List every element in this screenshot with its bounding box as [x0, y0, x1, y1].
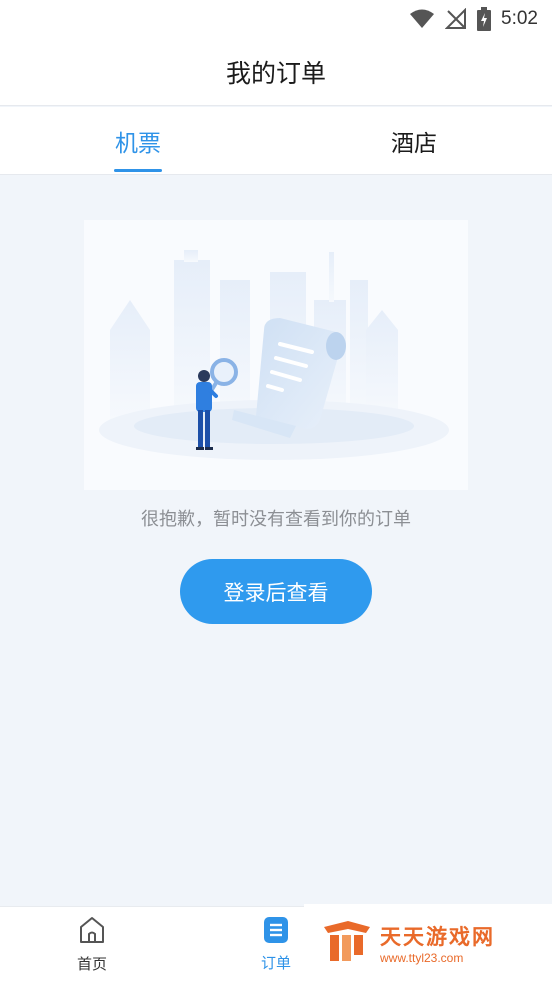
tab-flights[interactable]: 机票 — [0, 107, 276, 174]
title-bar: 我的订单 — [0, 38, 552, 106]
order-tabs: 机票 酒店 — [0, 107, 552, 175]
tab-flights-label: 机票 — [115, 130, 161, 157]
nav-orders-label: 订单 — [260, 954, 291, 972]
nav-item-home[interactable]: 首页 — [42, 907, 142, 981]
tab-active-indicator — [114, 169, 162, 172]
status-bar: 5:02 — [0, 0, 552, 38]
nav-home-label: 首页 — [76, 955, 107, 973]
empty-message: 很抱歉，暂时没有查看到你的订单 — [141, 509, 411, 530]
battery-charging-icon — [477, 7, 492, 31]
empty-orders-illustration — [84, 220, 468, 490]
watermark-title: 天天游戏网 — [380, 924, 495, 949]
watermark-url: www.ttyl23.com — [380, 950, 464, 965]
page-title: 我的订单 — [225, 58, 326, 88]
home-icon — [78, 915, 106, 949]
status-time: 5:02 — [501, 8, 538, 29]
orders-icon — [263, 916, 289, 948]
login-to-view-button[interactable]: 登录后查看 — [180, 559, 372, 624]
tab-hotels[interactable]: 酒店 — [276, 107, 552, 174]
no-signal-icon — [445, 8, 467, 30]
wifi-icon — [409, 9, 435, 29]
site-watermark: 天天游戏网 www.ttyl23.com — [304, 904, 552, 981]
tab-hotels-label: 酒店 — [391, 130, 437, 157]
watermark-logo-icon — [322, 919, 372, 967]
